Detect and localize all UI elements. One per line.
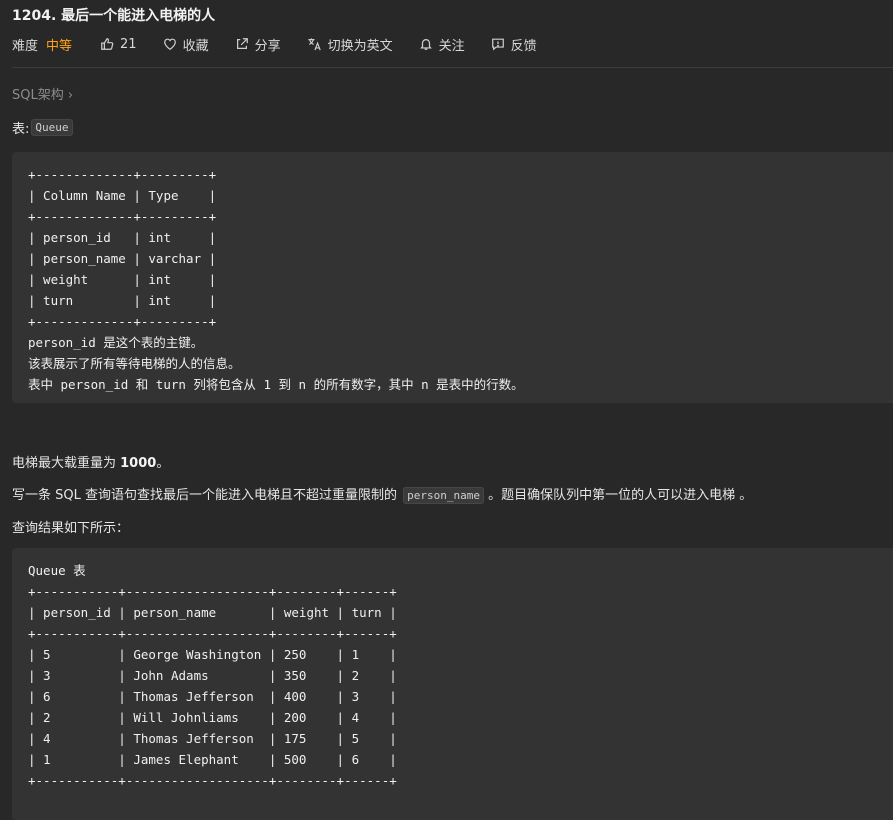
heart-icon (163, 38, 176, 50)
weight-limit-paragraph: 电梯最大载重量为 1000。 (12, 452, 169, 471)
like-button[interactable]: 21 (100, 37, 137, 52)
favorite-button[interactable]: 收藏 (163, 35, 209, 54)
topic-tag-link[interactable]: SQL架构 › (12, 84, 73, 103)
table-intro-prefix: 表: (12, 122, 30, 137)
header-divider (12, 67, 893, 68)
translate-icon (307, 38, 321, 51)
result-intro-paragraph: 查询结果如下所示： (12, 521, 130, 536)
bell-icon (419, 39, 432, 50)
weight-limit-value: 1000 (120, 456, 157, 471)
share-icon (236, 38, 248, 49)
follow-label: 关注 (438, 38, 465, 54)
switch-language-button[interactable]: 切换为英文 (307, 35, 393, 54)
task-text: 写一条 SQL 查询语句查找最后一个能进入电梯且不超过重量限制的 (12, 488, 402, 503)
problem-title: 1204. 最后一个能进入电梯的人 (12, 8, 216, 24)
person-name-code: person_name (403, 487, 484, 504)
schema-code-block: +-------------+---------+ | Column Name … (12, 152, 893, 403)
thumbs-up-icon (101, 38, 114, 50)
problem-meta-bar: 难度 中等 21 收藏 分享 切换为英文 关注 反馈 (12, 34, 563, 54)
difficulty-label: 难度 (12, 38, 39, 54)
weight-limit-suffix: 。 (156, 456, 170, 471)
share-label: 分享 (254, 38, 281, 54)
follow-button[interactable]: 关注 (419, 35, 465, 54)
share-button[interactable]: 分享 (235, 35, 281, 54)
table-name-code: Queue (31, 119, 73, 136)
table-intro: 表: Queue (12, 118, 73, 137)
feedback-icon (491, 38, 504, 51)
weight-limit-text: 电梯最大载重量为 (12, 456, 121, 471)
like-count: 21 (120, 36, 137, 52)
difficulty-badge: 中等 (46, 38, 73, 54)
feedback-label: 反馈 (510, 38, 537, 54)
favorite-label: 收藏 (182, 38, 209, 54)
task-paragraph: 写一条 SQL 查询语句查找最后一个能进入电梯且不超过重量限制的 person_… (12, 484, 753, 504)
switch-language-label: 切换为英文 (327, 38, 393, 54)
feedback-button[interactable]: 反馈 (491, 35, 537, 54)
task-suffix: 。题目确保队列中第一位的人可以进入电梯 。 (483, 488, 753, 503)
example-code-block: Queue 表 +-----------+-------------------… (12, 548, 893, 820)
